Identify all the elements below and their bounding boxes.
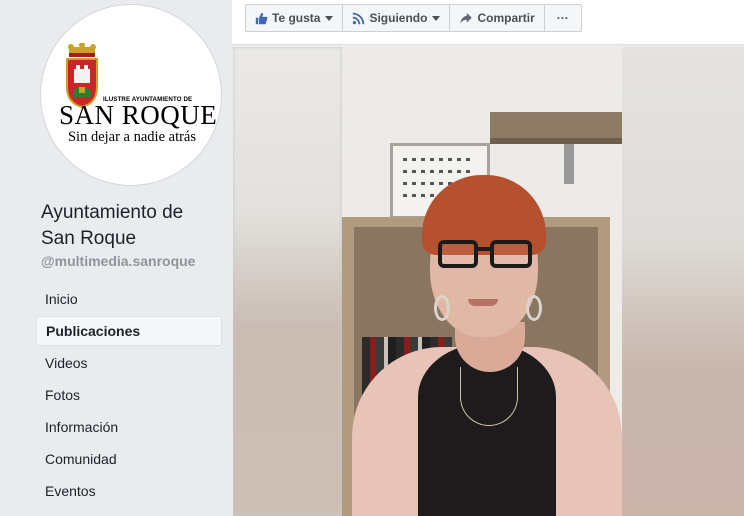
video-blur-left <box>233 47 342 516</box>
video-player[interactable] <box>233 47 744 516</box>
action-button-group: Te gusta Siguiendo Compartir ··· <box>245 4 582 32</box>
page-handle[interactable]: @multimedia.sanroque <box>41 253 195 269</box>
person-necklace <box>460 367 518 426</box>
nav-item-comunidad[interactable]: Comunidad <box>36 444 222 474</box>
glasses-right-lens <box>490 240 532 268</box>
logo-title: SAN ROQUE <box>59 100 218 130</box>
chevron-down-icon <box>432 15 441 21</box>
like-button[interactable]: Te gusta <box>246 5 344 31</box>
chevron-down-icon <box>325 15 334 21</box>
follow-label: Siguiendo <box>369 11 428 25</box>
more-icon: ··· <box>556 11 569 25</box>
page-action-bar: Te gusta Siguiendo Compartir ··· <box>232 0 744 45</box>
logo-tagline: Sin dejar a nadie atrás <box>67 129 197 145</box>
shelf-bracket <box>564 144 574 184</box>
share-label: Compartir <box>477 11 535 25</box>
share-button[interactable]: Compartir <box>450 5 545 31</box>
video-blur-right <box>622 47 744 516</box>
person-mouth <box>468 299 498 306</box>
share-arrow-icon <box>460 12 473 23</box>
rss-icon <box>353 12 365 24</box>
nav-item-inicio[interactable]: Inicio <box>36 284 222 314</box>
profile-picture[interactable]: ILUSTRE AYUNTAMIENTO DE SAN ROQUE Sin de… <box>40 4 222 186</box>
earring-left <box>434 295 450 321</box>
nav-item-publicaciones[interactable]: Publicaciones <box>36 316 222 346</box>
earring-right <box>526 295 542 321</box>
more-options-button[interactable]: ··· <box>545 5 581 31</box>
shelf <box>490 112 622 138</box>
glasses-left-lens <box>438 240 478 268</box>
nav-item-informacion[interactable]: Información <box>36 412 222 442</box>
like-label: Te gusta <box>272 11 321 25</box>
page-title[interactable]: Ayuntamiento de San Roque <box>41 200 221 252</box>
picture-line <box>403 170 473 173</box>
nav-item-videos[interactable]: Videos <box>36 348 222 378</box>
glasses-bridge <box>476 247 492 251</box>
nav-item-fotos[interactable]: Fotos <box>36 380 222 410</box>
follow-button[interactable]: Siguiendo <box>343 5 451 31</box>
page-nav: Inicio Publicaciones Videos Fotos Inform… <box>36 284 222 508</box>
picture-line <box>403 158 473 161</box>
video-frame <box>342 47 622 516</box>
nav-item-eventos[interactable]: Eventos <box>36 476 222 506</box>
left-column: ILUSTRE AYUNTAMIENTO DE SAN ROQUE Sin de… <box>0 0 232 516</box>
shelf-edge <box>490 138 622 144</box>
thumbs-up-icon <box>255 12 268 24</box>
